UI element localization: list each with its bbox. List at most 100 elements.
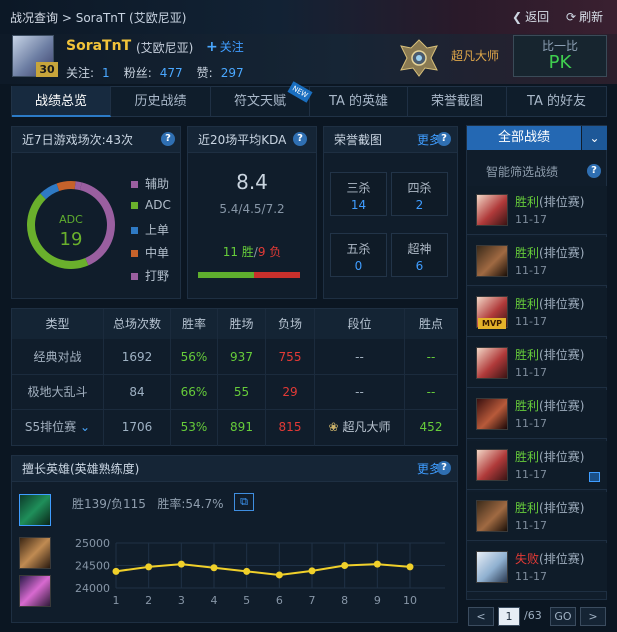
legend-swatch <box>131 202 138 209</box>
legend-label: 辅助 <box>145 177 170 191</box>
match-date: 11-17 <box>515 570 547 583</box>
cell-wins: 55 <box>233 385 250 399</box>
screenshot-icon[interactable] <box>589 472 600 482</box>
legendary-count[interactable]: 6 <box>392 259 447 273</box>
chevron-down-icon[interactable]: ⌄ <box>80 420 90 434</box>
help-icon[interactable]: ? <box>437 132 451 146</box>
mastery-title: 擅长英雄(英雄熟练度) <box>12 456 457 482</box>
donut-slice <box>79 182 116 266</box>
match-result-label: 胜利 <box>515 501 540 515</box>
match-mode: (排位赛) <box>539 399 585 413</box>
data-point[interactable] <box>373 560 381 568</box>
wins-text: 11 胜 <box>222 245 254 259</box>
pk-label: PK <box>548 52 572 73</box>
match-row[interactable]: 胜利(排位赛) 11-17 <box>467 390 607 439</box>
tab-overview[interactable]: 战绩总览 <box>12 86 111 117</box>
penta-kill-label: 五杀 <box>346 242 371 256</box>
mastery-line-chart: 24000 24500 25000 1 2 3 4 5 6 7 8 9 10 <box>75 537 445 607</box>
data-point[interactable] <box>243 567 251 575</box>
help-icon[interactable]: ? <box>293 132 307 146</box>
champion-icon[interactable] <box>19 575 51 607</box>
following-count[interactable]: 1 <box>102 66 110 80</box>
data-point[interactable] <box>112 567 120 575</box>
prev-page-button[interactable]: < <box>468 607 494 626</box>
match-result: 胜利(排位赛) <box>515 193 584 210</box>
level-badge: 30 <box>36 62 58 77</box>
tab-honor[interactable]: 荣誉截图 <box>408 86 507 117</box>
refresh-label: 刷新 <box>579 10 604 24</box>
triple-kill-count[interactable]: 14 <box>331 198 386 212</box>
match-row[interactable]: 胜利(排位赛) 11-17 <box>467 237 607 286</box>
data-point[interactable] <box>177 560 185 568</box>
data-point[interactable] <box>145 563 153 571</box>
donut-center-value: 19 <box>60 229 83 250</box>
match-row[interactable]: 胜利(排位赛) 11-17 <box>467 339 607 388</box>
champion-icon[interactable] <box>19 537 51 569</box>
legend-jungle: 打野 <box>131 267 169 284</box>
donut-center-label: ADC <box>59 213 83 226</box>
match-row[interactable]: 失败(排位赛) 11-17 <box>467 543 607 592</box>
data-point[interactable] <box>275 571 283 579</box>
help-icon[interactable]: ? <box>587 164 601 178</box>
cell-rank: -- <box>355 350 364 364</box>
tab-friends[interactable]: TA 的好友 <box>507 86 606 117</box>
match-result-label: 失败 <box>515 552 540 566</box>
breadcrumb-root[interactable]: 战况查询 <box>10 11 58 25</box>
win-loss-text: 11 胜/9 负 <box>187 243 317 260</box>
champion-icon-selected[interactable] <box>19 494 51 526</box>
data-point[interactable] <box>341 562 349 569</box>
back-label: 返回 <box>525 10 550 24</box>
follow-label: 关注 <box>219 40 244 54</box>
match-row[interactable]: 胜利(排位赛) 11-17 <box>467 186 607 235</box>
cell-total: 84 <box>129 385 145 399</box>
likes-count: 297 <box>220 66 244 80</box>
match-result: 胜利(排位赛) <box>515 448 584 465</box>
match-result: 胜利(排位赛) <box>515 397 584 414</box>
fans-count[interactable]: 477 <box>160 66 183 80</box>
match-row[interactable]: 胜利(排位赛) 11-17 <box>467 441 607 490</box>
smart-filter-label[interactable]: 智能筛选战绩 <box>486 163 558 180</box>
tab-history[interactable]: 历史战绩 <box>111 86 211 117</box>
quadra-kill-count[interactable]: 2 <box>392 198 447 212</box>
x-tick-label: 5 <box>243 594 250 607</box>
column-header: 类型 <box>12 309 103 339</box>
mastery-record: 胜139/负115 <box>72 497 146 511</box>
page-total: /63 <box>524 609 542 622</box>
match-mode: (排位赛) <box>539 246 585 260</box>
rank-emblem-icon: ❀ <box>328 420 339 434</box>
help-icon[interactable]: ? <box>437 461 451 475</box>
player-name: SoraTnT <box>66 38 132 54</box>
match-row[interactable]: 胜利(排位赛) 11-17 <box>467 492 607 541</box>
cell-total: 1692 <box>121 350 153 364</box>
breadcrumb: 战况查询 > SoraTnT (艾欧尼亚) <box>10 9 186 26</box>
y-tick-label: 24000 <box>75 582 110 595</box>
match-result-label: 胜利 <box>515 195 540 209</box>
back-button[interactable]: ❮ 返回 <box>512 8 549 25</box>
donut-slice <box>56 181 76 191</box>
y-tick-label: 25000 <box>75 537 110 550</box>
go-button[interactable]: GO <box>550 607 576 626</box>
all-matches-button[interactable]: 全部战绩 <box>467 126 581 150</box>
x-tick-label: 4 <box>211 594 218 607</box>
data-point[interactable] <box>406 563 414 571</box>
cell-type[interactable]: S5排位赛 ⌄ <box>12 410 103 444</box>
legend-swatch <box>131 181 138 188</box>
copy-icon[interactable]: ⧉ <box>234 493 254 511</box>
refresh-button[interactable]: ⟳ 刷新 <box>566 8 603 25</box>
role-donut-chart: ADC 19 <box>26 181 116 269</box>
help-icon[interactable]: ? <box>161 132 175 146</box>
next-page-button[interactable]: > <box>580 607 606 626</box>
champion-icon <box>476 245 508 277</box>
page-input[interactable]: 1 <box>498 607 520 626</box>
chevron-down-icon[interactable]: ⌄ <box>582 126 607 150</box>
follow-button[interactable]: + 关注 <box>206 38 244 55</box>
legend-label: 中单 <box>145 246 170 260</box>
mvp-badge: MVP <box>478 318 506 329</box>
match-date: 11-17 <box>515 468 547 481</box>
data-point[interactable] <box>210 564 218 572</box>
tab-heroes[interactable]: TA 的英雄 <box>310 86 408 117</box>
data-point[interactable] <box>308 567 316 575</box>
match-row[interactable]: MVP 胜利(排位赛) 11-17 <box>467 288 607 337</box>
match-date: 11-17 <box>515 519 547 532</box>
penta-kill-count[interactable]: 0 <box>331 259 386 273</box>
